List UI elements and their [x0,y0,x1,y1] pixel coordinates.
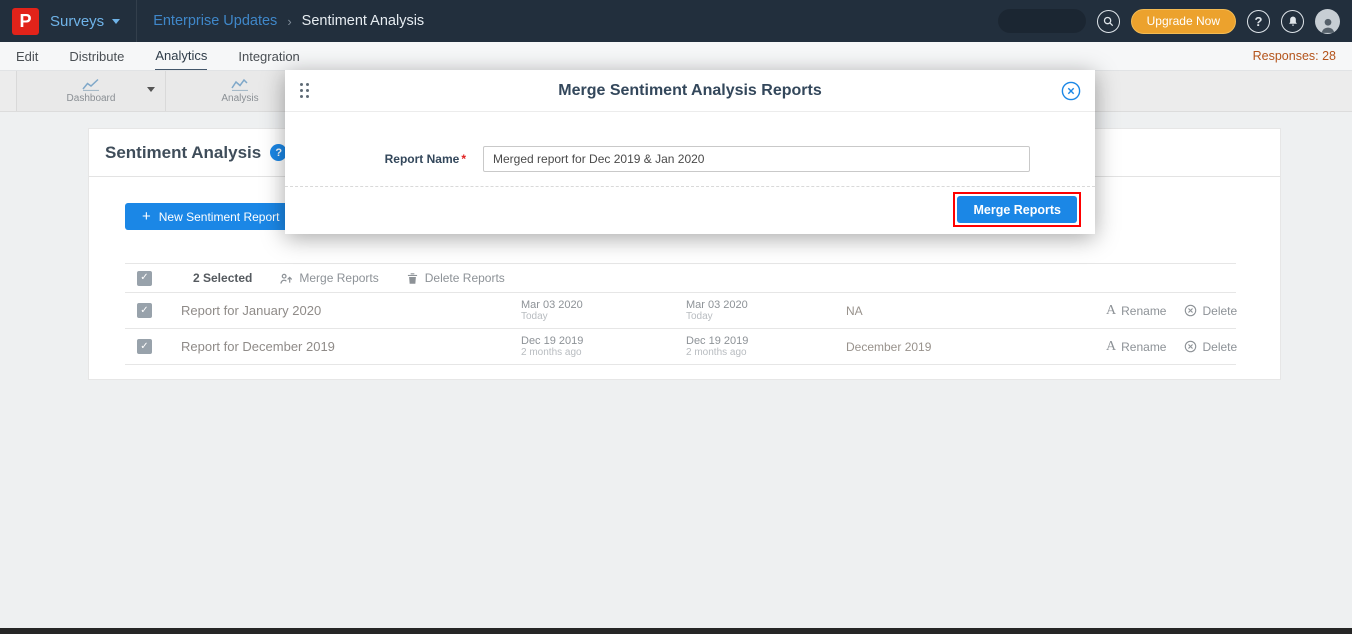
report-name-link[interactable]: Report for January 2020 [181,303,521,318]
modified-date-cell: Dec 19 2019 2 months ago [686,335,846,358]
modal-close-icon[interactable] [1061,81,1081,101]
modified-date: Mar 03 2020 [686,299,846,311]
merge-reports-label: Merge Reports [299,271,378,285]
rename-icon: A [1106,340,1116,354]
breadcrumb-separator: › [287,14,291,29]
help-icon[interactable]: ? [1247,10,1270,33]
modified-date-relative: 2 months ago [686,347,846,358]
menu-item-edit[interactable]: Edit [16,43,38,70]
delete-circle-icon [1184,304,1197,317]
selected-count: 2 Selected [193,271,252,285]
delete-action[interactable]: Delete [1184,304,1237,318]
rename-action[interactable]: A Rename [1106,304,1166,318]
analysis-chart-icon [231,78,249,91]
created-date-relative: 2 months ago [521,347,686,358]
chevron-down-icon [112,19,120,24]
new-sentiment-report-button[interactable]: + New Sentiment Report [125,203,297,230]
product-name: Surveys [50,13,104,30]
created-date-cell: Dec 19 2019 2 months ago [521,335,686,358]
row-checkbox[interactable] [137,303,152,318]
report-row-december-2019: Report for December 2019 Dec 19 2019 2 m… [125,329,1236,365]
new-sentiment-report-label: New Sentiment Report [159,210,280,224]
rename-icon: A [1106,304,1116,318]
section-menu: Edit Distribute Analytics Integration Re… [0,42,1352,71]
modal-header: Merge Sentiment Analysis Reports [285,70,1095,112]
modified-date-cell: Mar 03 2020 Today [686,299,846,322]
app-screen: P Surveys Enterprise Updates › Sentiment… [0,0,1352,634]
delete-action[interactable]: Delete [1184,340,1237,354]
rename-label: Rename [1121,304,1166,318]
brand-logo-letter: P [19,11,31,32]
user-avatar[interactable] [1315,9,1340,34]
brand-logo[interactable]: P [12,8,39,35]
trash-icon [407,272,418,285]
bottom-edge-strip [0,628,1352,634]
help-glyph: ? [1255,14,1263,29]
report-row-january-2020: Report for January 2020 Mar 03 2020 Toda… [125,293,1236,329]
merge-reports-button[interactable]: Merge Reports [957,196,1077,223]
row-actions: A Rename Delete [1106,304,1237,318]
delete-label: Delete [1202,304,1237,318]
responses-count: Responses: 28 [1253,49,1336,63]
drag-handle-icon[interactable] [300,83,310,99]
search-icon[interactable] [1097,10,1120,33]
topbar-divider [136,0,137,42]
toolbar-item-dashboard[interactable]: Dashboard [16,71,166,111]
modified-date-relative: Today [686,311,846,322]
chevron-down-icon[interactable] [147,87,155,92]
report-period: NA [846,304,1106,318]
breadcrumb: Enterprise Updates › Sentiment Analysis [153,13,424,29]
merge-reports-modal: Merge Sentiment Analysis Reports Report … [285,70,1095,234]
delete-reports-label: Delete Reports [425,271,505,285]
notifications-bell-icon[interactable] [1281,10,1304,33]
rename-action[interactable]: A Rename [1106,340,1166,354]
merge-reports-action[interactable]: Merge Reports [280,271,378,285]
modified-date: Dec 19 2019 [686,335,846,347]
delete-label: Delete [1202,340,1237,354]
upgrade-now-button[interactable]: Upgrade Now [1131,9,1236,34]
product-switcher[interactable]: Surveys [50,13,120,30]
delete-circle-icon [1184,340,1197,353]
report-name-field-row: Report Name* [285,146,1095,172]
row-checkbox[interactable] [137,339,152,354]
delete-reports-action[interactable]: Delete Reports [407,271,505,285]
breadcrumb-parent[interactable]: Enterprise Updates [153,13,277,29]
menu-item-analytics[interactable]: Analytics [155,42,207,70]
page-help-glyph: ? [275,147,282,159]
report-name-input[interactable] [483,146,1030,172]
upgrade-now-label: Upgrade Now [1147,14,1220,28]
modal-footer: Merge Reports [285,187,1095,234]
created-date: Mar 03 2020 [521,299,686,311]
merge-reports-highlight: Merge Reports [957,196,1077,223]
top-bar: P Surveys Enterprise Updates › Sentiment… [0,0,1352,42]
select-all-checkbox[interactable] [137,271,152,286]
menu-item-integration[interactable]: Integration [238,43,299,70]
toolbar-item-analysis-label: Analysis [221,93,258,104]
menu-item-distribute[interactable]: Distribute [69,43,124,70]
reports-table: 2 Selected Merge Reports Delete Reports … [125,263,1236,365]
rename-label: Rename [1121,340,1166,354]
toolbar-item-dashboard-label: Dashboard [67,93,116,104]
page-title: Sentiment Analysis [105,143,261,163]
dashboard-chart-icon [82,78,100,91]
topbar-actions: Upgrade Now ? [998,9,1352,34]
report-period: December 2019 [846,340,1106,354]
report-name-label-text: Report Name [385,152,460,166]
row-actions: A Rename Delete [1106,340,1237,354]
required-marker: * [461,152,466,166]
report-name-label: Report Name* [285,152,466,166]
created-date-relative: Today [521,311,686,322]
merge-icon [280,272,292,285]
report-name-link[interactable]: Report for December 2019 [181,339,521,354]
bulk-actions-row: 2 Selected Merge Reports Delete Reports [125,263,1236,293]
plus-icon: + [142,209,151,224]
modal-title: Merge Sentiment Analysis Reports [285,70,1095,112]
created-date: Dec 19 2019 [521,335,686,347]
search-input[interactable] [998,9,1086,33]
breadcrumb-current: Sentiment Analysis [302,13,425,29]
created-date-cell: Mar 03 2020 Today [521,299,686,322]
